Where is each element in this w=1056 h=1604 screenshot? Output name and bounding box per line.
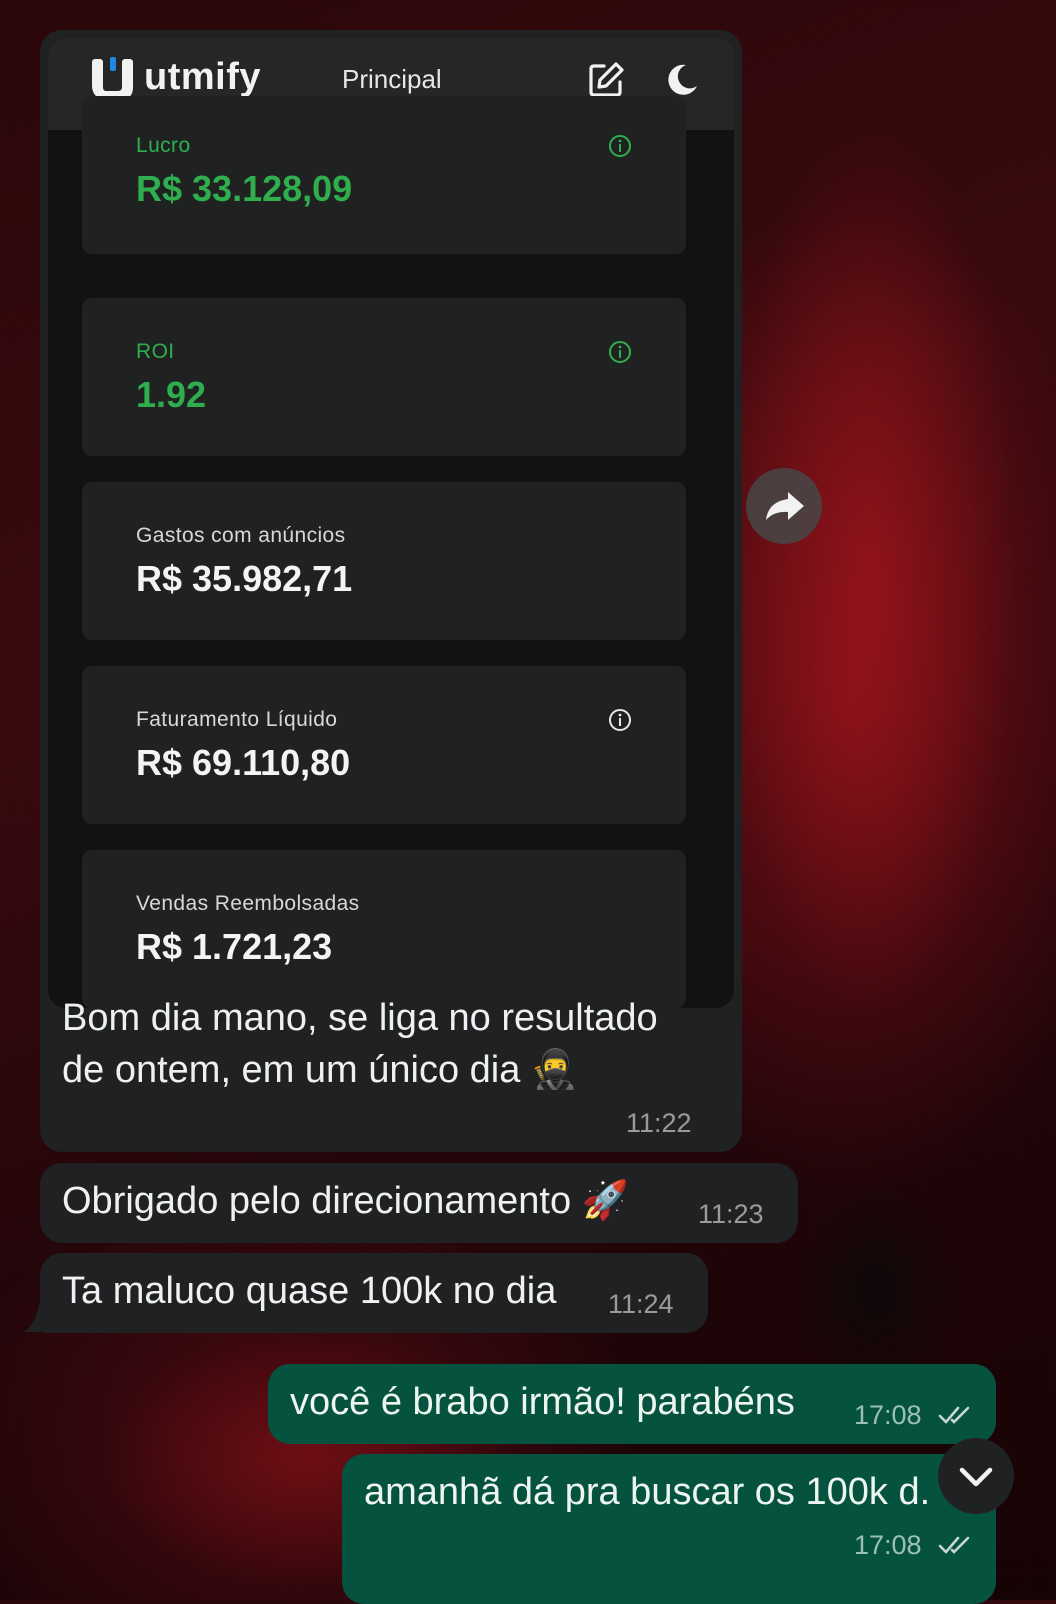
chevron-down-icon xyxy=(959,1467,993,1487)
brand-name: utmify xyxy=(144,56,261,98)
read-ticks-icon xyxy=(938,1406,970,1424)
metric-label: Lucro xyxy=(136,134,191,157)
metric-card-lucro: Lucro R$ 33.128,09 xyxy=(82,96,686,254)
message-time: 11:23 xyxy=(698,1199,764,1229)
message-text-line: de ontem, em um único dia 🥷 xyxy=(62,1049,579,1091)
metric-label: Faturamento Líquido xyxy=(136,708,338,731)
metric-label: ROI xyxy=(136,340,175,363)
moon-icon xyxy=(668,64,697,95)
message-bubble-image[interactable]: utmify Principal Lucro R$ 33.128,09 ROI … xyxy=(40,30,742,1152)
metric-card-gastos: Gastos com anúncios R$ 35.982,71 xyxy=(82,482,686,640)
dashboard-screenshot-image[interactable]: utmify Principal Lucro R$ 33.128,09 ROI … xyxy=(48,38,734,1008)
metric-value: R$ 33.128,09 xyxy=(136,168,353,209)
message-bubble-outgoing[interactable]: amanhã dá pra buscar os 100k d. 17:08 xyxy=(342,1454,996,1604)
message-time: 17:08 xyxy=(854,1530,922,1560)
bubble-tail xyxy=(24,1300,52,1332)
nav-title: Principal xyxy=(342,64,442,94)
logo-icon xyxy=(92,57,133,99)
message-bubble[interactable]: Ta maluco quase 100k no dia 11:24 xyxy=(40,1253,708,1333)
message-bubble-outgoing[interactable]: você é brabo irmão! parabéns 17:08 xyxy=(268,1364,996,1444)
message-text: Obrigado pelo direcionamento 🚀 xyxy=(62,1180,629,1222)
metric-value: R$ 1.721,23 xyxy=(136,926,333,967)
metric-value: 1.92 xyxy=(136,374,207,415)
metric-card-roi: ROI 1.92 xyxy=(82,298,686,456)
scroll-down-button[interactable] xyxy=(938,1438,1014,1514)
metric-value: R$ 69.110,80 xyxy=(136,742,351,783)
metric-card-reembolsadas: Vendas Reembolsadas R$ 1.721,23 xyxy=(82,850,686,1008)
message-time: 11:22 xyxy=(626,1108,692,1138)
message-text: Ta maluco quase 100k no dia xyxy=(62,1270,557,1312)
message-bubble[interactable]: Obrigado pelo direcionamento 🚀 11:23 xyxy=(40,1163,798,1243)
metric-value: R$ 35.982,71 xyxy=(136,558,353,599)
metric-label: Gastos com anúncios xyxy=(136,524,346,547)
metric-label: Vendas Reembolsadas xyxy=(136,892,360,915)
edit-icon xyxy=(589,62,624,97)
read-ticks-icon xyxy=(938,1536,970,1554)
wallpaper-highlight xyxy=(720,120,1020,1020)
message-time: 11:24 xyxy=(608,1289,674,1319)
info-icon xyxy=(609,341,631,363)
message-text: amanhã dá pra buscar os 100k d. xyxy=(364,1471,931,1513)
forward-button[interactable] xyxy=(746,468,822,544)
forward-icon xyxy=(766,492,804,520)
metric-card-faturamento: Faturamento Líquido R$ 69.110,80 xyxy=(82,666,686,824)
message-text: você é brabo irmão! parabéns xyxy=(290,1381,795,1423)
info-icon xyxy=(609,135,631,157)
message-text-line: Bom dia mano, se liga no resultado xyxy=(62,997,658,1039)
info-icon xyxy=(609,709,631,731)
message-time: 17:08 xyxy=(854,1400,922,1430)
